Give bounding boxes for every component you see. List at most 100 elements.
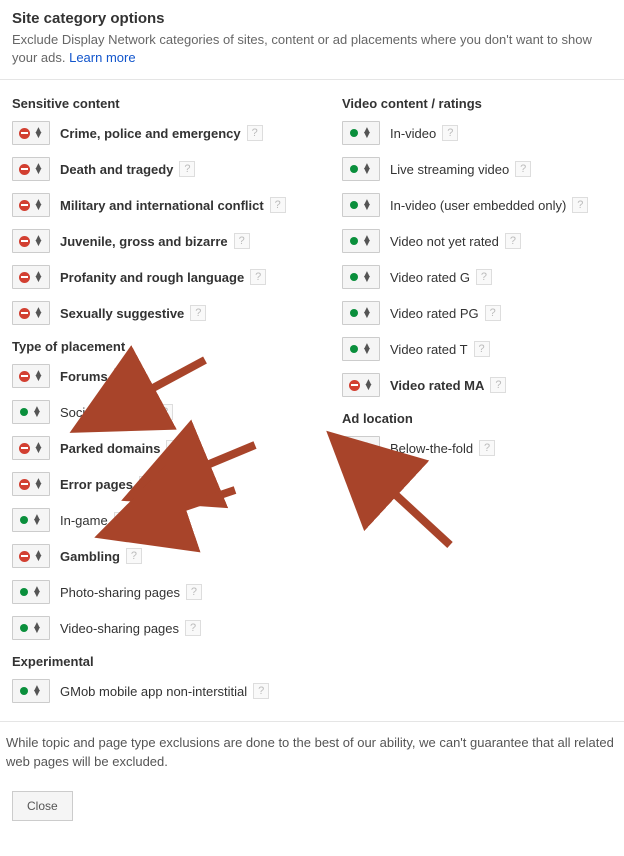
section-sensitive: Sensitive content bbox=[12, 96, 342, 111]
row-video-5: ▲▼Video rated PG? bbox=[342, 301, 612, 325]
sort-icon: ▲▼ bbox=[362, 272, 372, 282]
toggle[interactable]: ▲▼ bbox=[12, 616, 50, 640]
toggle[interactable]: ▲▼ bbox=[12, 193, 50, 217]
row-label: Military and international conflict bbox=[60, 198, 264, 213]
help-icon[interactable]: ? bbox=[126, 548, 142, 564]
included-icon bbox=[350, 345, 358, 353]
toggle[interactable]: ▲▼ bbox=[342, 193, 380, 217]
sort-icon: ▲▼ bbox=[362, 308, 372, 318]
sort-icon: ▲▼ bbox=[364, 380, 374, 390]
row-label: In-video (user embedded only) bbox=[390, 198, 566, 213]
help-icon[interactable]: ? bbox=[253, 683, 269, 699]
help-icon[interactable]: ? bbox=[157, 404, 173, 420]
toggle[interactable]: ▲▼ bbox=[12, 508, 50, 532]
help-icon[interactable]: ? bbox=[490, 377, 506, 393]
help-icon[interactable]: ? bbox=[186, 584, 202, 600]
toggle[interactable]: ▲▼ bbox=[12, 436, 50, 460]
help-icon[interactable]: ? bbox=[166, 440, 182, 456]
row-video-2: ▲▼ In-video (user embedded only)? bbox=[342, 193, 612, 217]
section-experimental: Experimental bbox=[12, 654, 342, 669]
row-experimental-0: ▲▼GMob mobile app non-interstitial? bbox=[12, 679, 342, 703]
toggle[interactable]: ▲▼ bbox=[342, 265, 380, 289]
row-placement-1: ▲▼Social networks? bbox=[12, 400, 342, 424]
included-icon bbox=[20, 408, 28, 416]
sort-icon: ▲▼ bbox=[34, 272, 44, 282]
page-subtitle: Exclude Display Network categories of si… bbox=[12, 31, 612, 67]
row-label: Below-the-fold bbox=[390, 441, 473, 456]
row-label: Death and tragedy bbox=[60, 162, 173, 177]
toggle[interactable]: ▲▼ bbox=[12, 229, 50, 253]
help-icon[interactable]: ? bbox=[250, 269, 266, 285]
help-icon[interactable]: ? bbox=[247, 125, 263, 141]
toggle[interactable]: ▲▼ bbox=[12, 472, 50, 496]
toggle[interactable]: ▲▼ bbox=[12, 157, 50, 181]
toggle[interactable]: ▲▼ bbox=[342, 436, 380, 460]
sort-icon: ▲▼ bbox=[34, 371, 44, 381]
row-label: Forums bbox=[60, 369, 108, 384]
row-placement-2: ▲▼Parked domains? bbox=[12, 436, 342, 460]
row-adloc-0: ▲▼ Below-the-fold? bbox=[342, 436, 612, 460]
toggle[interactable]: ▲▼ bbox=[12, 580, 50, 604]
toggle[interactable]: ▲▼ bbox=[342, 121, 380, 145]
row-label: Video rated G bbox=[390, 270, 470, 285]
excluded-icon bbox=[19, 371, 30, 382]
help-icon[interactable]: ? bbox=[179, 161, 195, 177]
help-icon[interactable]: ? bbox=[185, 620, 201, 636]
row-placement-0: ▲▼ Forums? bbox=[12, 364, 342, 388]
learn-more-link[interactable]: Learn more bbox=[69, 50, 135, 65]
help-icon[interactable]: ? bbox=[139, 476, 155, 492]
help-icon[interactable]: ? bbox=[479, 440, 495, 456]
row-label: Profanity and rough language bbox=[60, 270, 244, 285]
included-icon bbox=[20, 624, 28, 632]
sort-icon: ▲▼ bbox=[32, 515, 42, 525]
help-icon[interactable]: ? bbox=[476, 269, 492, 285]
close-button[interactable]: Close bbox=[12, 791, 73, 821]
help-icon[interactable]: ? bbox=[505, 233, 521, 249]
help-icon[interactable]: ? bbox=[572, 197, 588, 213]
toggle[interactable]: ▲▼ bbox=[12, 121, 50, 145]
row-sensitive-5: ▲▼Sexually suggestive? bbox=[12, 301, 342, 325]
sort-icon: ▲▼ bbox=[34, 164, 44, 174]
row-video-7: ▲▼Video rated MA? bbox=[342, 373, 612, 397]
help-icon[interactable]: ? bbox=[270, 197, 286, 213]
help-icon[interactable]: ? bbox=[515, 161, 531, 177]
section-adloc: Ad location bbox=[342, 411, 612, 426]
excluded-icon bbox=[19, 479, 30, 490]
toggle[interactable]: ▲▼ bbox=[12, 400, 50, 424]
toggle[interactable]: ▲▼ bbox=[12, 679, 50, 703]
sort-icon: ▲▼ bbox=[32, 587, 42, 597]
included-icon bbox=[350, 129, 358, 137]
row-label: Live streaming video bbox=[390, 162, 509, 177]
toggle[interactable]: ▲▼ bbox=[12, 544, 50, 568]
help-icon[interactable]: ? bbox=[474, 341, 490, 357]
row-label: In-game bbox=[60, 513, 108, 528]
toggle[interactable]: ▲▼ bbox=[342, 373, 380, 397]
excluded-icon bbox=[19, 308, 30, 319]
row-sensitive-1: ▲▼ Death and tragedy? bbox=[12, 157, 342, 181]
help-icon[interactable]: ? bbox=[442, 125, 458, 141]
toggle[interactable]: ▲▼ bbox=[12, 364, 50, 388]
excluded-icon bbox=[19, 551, 30, 562]
row-placement-7: ▲▼Video-sharing pages? bbox=[12, 616, 342, 640]
toggle[interactable]: ▲▼ bbox=[12, 301, 50, 325]
included-icon bbox=[20, 588, 28, 596]
toggle[interactable]: ▲▼ bbox=[342, 229, 380, 253]
toggle[interactable]: ▲▼ bbox=[342, 301, 380, 325]
row-video-6: ▲▼Video rated T? bbox=[342, 337, 612, 361]
sort-icon: ▲▼ bbox=[32, 407, 42, 417]
row-label: In-video bbox=[390, 126, 436, 141]
header: Site category options Exclude Display Ne… bbox=[0, 0, 624, 80]
help-icon[interactable]: ? bbox=[485, 305, 501, 321]
sort-icon: ▲▼ bbox=[362, 164, 372, 174]
help-icon[interactable]: ? bbox=[234, 233, 250, 249]
toggle[interactable]: ▲▼ bbox=[342, 337, 380, 361]
section-video: Video content / ratings bbox=[342, 96, 612, 111]
help-icon[interactable]: ? bbox=[114, 368, 130, 384]
help-icon[interactable]: ? bbox=[114, 512, 130, 528]
toggle[interactable]: ▲▼ bbox=[12, 265, 50, 289]
row-label: Video not yet rated bbox=[390, 234, 499, 249]
help-icon[interactable]: ? bbox=[190, 305, 206, 321]
row-label: Gambling bbox=[60, 549, 120, 564]
toggle[interactable]: ▲▼ bbox=[342, 157, 380, 181]
row-video-1: ▲▼ Live streaming video? bbox=[342, 157, 612, 181]
